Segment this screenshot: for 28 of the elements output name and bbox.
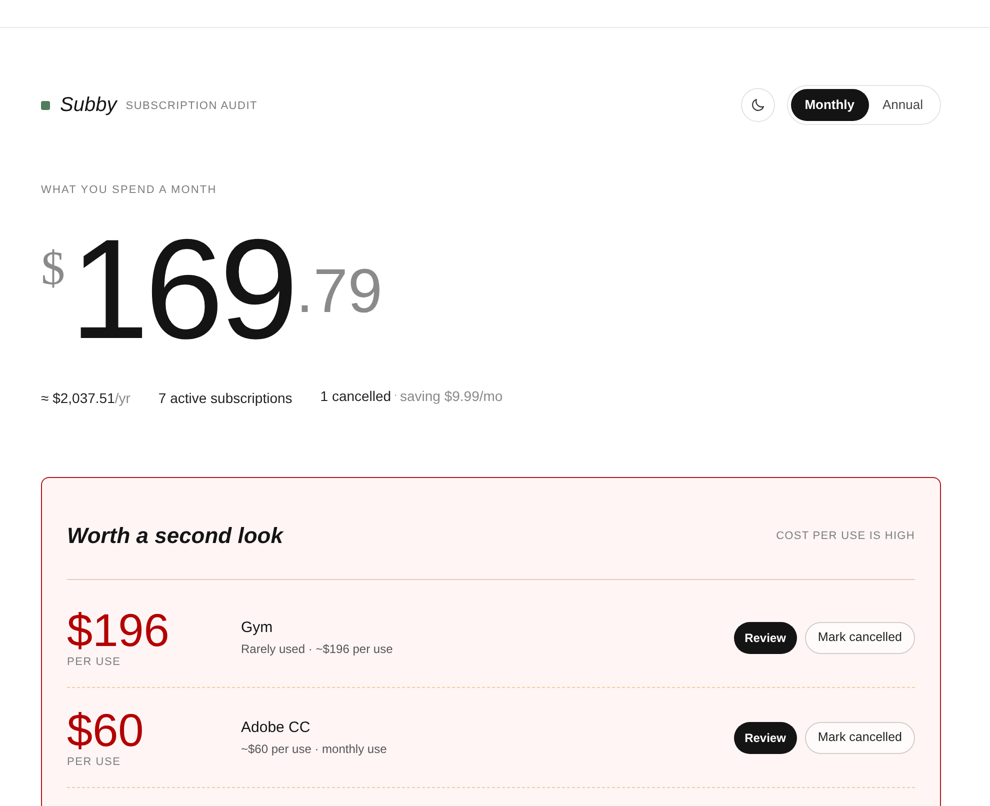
mark-cancelled-button[interactable]: Mark cancelled bbox=[804, 622, 915, 654]
mark-cancelled-button[interactable]: Mark cancelled bbox=[804, 722, 915, 754]
yearly-estimate: ≈ $2,037.51/yr bbox=[41, 388, 130, 408]
cost-per-use: $60 bbox=[67, 706, 144, 752]
period-tab[interactable]: Monthly bbox=[790, 89, 869, 121]
currency-sign: $ bbox=[41, 245, 65, 293]
section-label: WHAT YOU SPEND A MONTH bbox=[41, 183, 217, 197]
cost-per-use: $196 bbox=[67, 606, 170, 652]
cost-label: PER USE bbox=[67, 654, 121, 668]
brand-name: Subby bbox=[60, 95, 117, 115]
usage-detail: Rarely used · ~$196 per use bbox=[241, 641, 393, 657]
moon-icon bbox=[750, 98, 765, 112]
subscription-name: Adobe CC bbox=[241, 718, 310, 738]
monthly-total: 169 bbox=[70, 219, 294, 361]
panel-title: Worth a second look bbox=[67, 522, 283, 550]
app-subtitle: SUBSCRIPTION AUDIT bbox=[126, 99, 258, 114]
cancelled-savings: 1 cancelled $^{·}$ saving $9.99/mo bbox=[320, 387, 503, 406]
subscription-name: Gym bbox=[241, 618, 273, 638]
monthly-total-cents: .79 bbox=[296, 261, 382, 323]
review-button[interactable]: Review bbox=[734, 722, 797, 754]
logo-square-icon bbox=[41, 100, 50, 110]
panel-note: COST PER USE IS HIGH bbox=[776, 528, 915, 544]
cost-label: PER USE bbox=[67, 754, 121, 768]
review-button[interactable]: Review bbox=[734, 622, 797, 654]
dark-mode-button[interactable] bbox=[740, 88, 775, 122]
usage-detail: ~$60 per use · monthly use bbox=[241, 741, 387, 757]
active-count: 7 active subscriptions bbox=[158, 388, 292, 408]
period-tab[interactable]: Annual bbox=[868, 89, 937, 121]
